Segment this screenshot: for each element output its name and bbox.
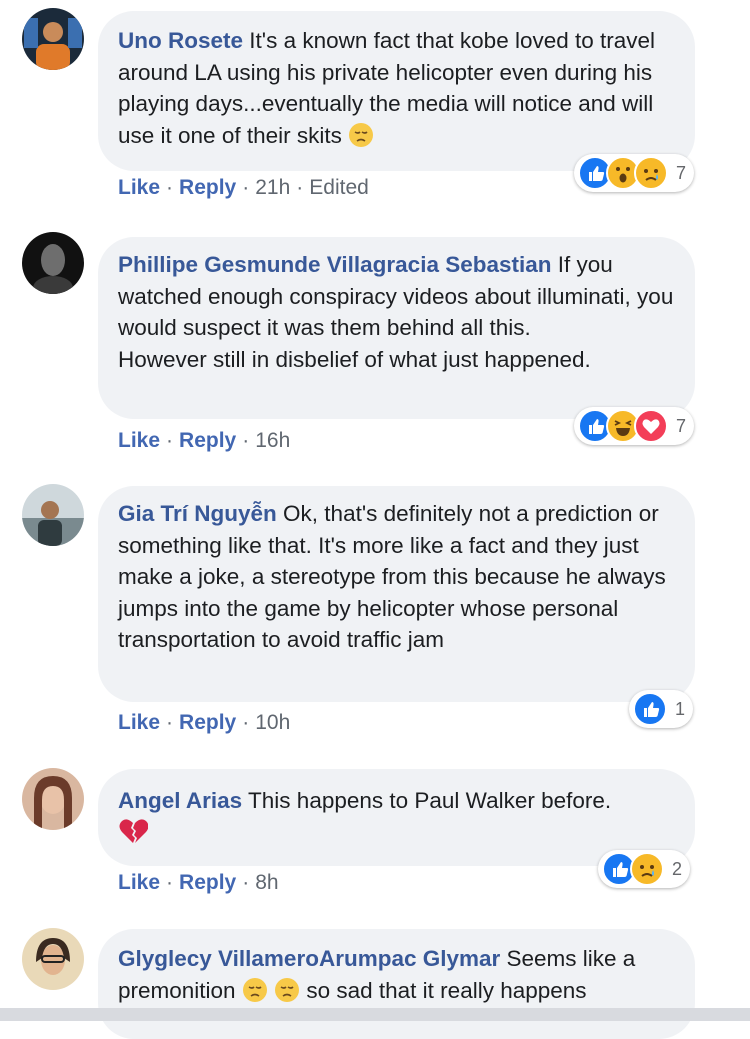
like-link[interactable]: Like [118,871,160,894]
comment-bubble: Uno Rosete It's a known fact that kobe l… [98,11,695,171]
comment-text: This happens to Paul Walker before. [242,788,612,813]
timestamp[interactable]: 10h [255,711,290,734]
like-icon [633,692,667,726]
pensive-face-icon [348,122,374,157]
pensive-face-icon [242,977,268,1012]
comment-bubble: Gia Trí Nguyễn Ok, that's definitely not… [98,486,695,702]
comment-actions: Like · Reply · 21h · Edited [118,176,369,199]
comment-actions: Like · Reply · 16h [118,429,291,452]
reaction-count: 7 [676,415,687,436]
avatar[interactable] [22,484,84,546]
timestamp[interactable]: 16h [255,429,290,452]
reply-link[interactable]: Reply [179,176,236,199]
timestamp[interactable]: 21h [255,176,290,199]
avatar[interactable] [22,232,84,294]
avatar[interactable] [22,768,84,830]
comment-author[interactable]: Gia Trí Nguyễn [118,501,277,526]
like-link[interactable]: Like [118,711,160,734]
comment-bubble: Glyglecy VillameroArumpac Glymar Seems l… [98,929,695,1039]
reaction-summary[interactable]: 7 [574,407,695,445]
like-link[interactable]: Like [118,176,160,199]
reaction-summary[interactable]: 1 [629,690,694,728]
bottom-scroll-edge [0,1008,750,1021]
comment-author[interactable]: Uno Rosete [118,28,243,53]
comment-bubble: Angel Arias This happens to Paul Walker … [98,769,695,866]
sad-icon [630,852,664,886]
reply-link[interactable]: Reply [179,711,236,734]
edited-label[interactable]: Edited [309,176,369,199]
pensive-face-icon [274,977,300,1012]
reaction-summary[interactable]: 2 [598,850,691,888]
avatar[interactable] [22,8,84,70]
reply-link[interactable]: Reply [179,871,236,894]
reaction-count: 7 [676,162,687,183]
avatar[interactable] [22,928,84,990]
sad-icon [634,156,668,190]
broken-heart-icon [118,817,149,854]
like-link[interactable]: Like [118,429,160,452]
comment-text-tail: so sad that it really happens [300,977,587,1003]
comment-actions: Like · Reply · 8h [118,871,279,894]
reaction-count: 2 [672,858,683,879]
reply-link[interactable]: Reply [179,429,236,452]
reaction-count: 1 [675,698,686,719]
timestamp[interactable]: 8h [255,871,278,894]
comment-actions: Like · Reply · 10h [118,711,291,734]
comment-author[interactable]: Phillipe Gesmunde Villagracia Sebastian [118,252,552,277]
comment-bubble: Phillipe Gesmunde Villagracia Sebastian … [98,237,695,419]
love-icon [634,409,668,443]
comment-author[interactable]: Angel Arias [118,788,242,813]
comment-author[interactable]: Glyglecy VillameroArumpac Glymar [118,946,500,971]
reaction-summary[interactable]: 7 [574,154,695,192]
